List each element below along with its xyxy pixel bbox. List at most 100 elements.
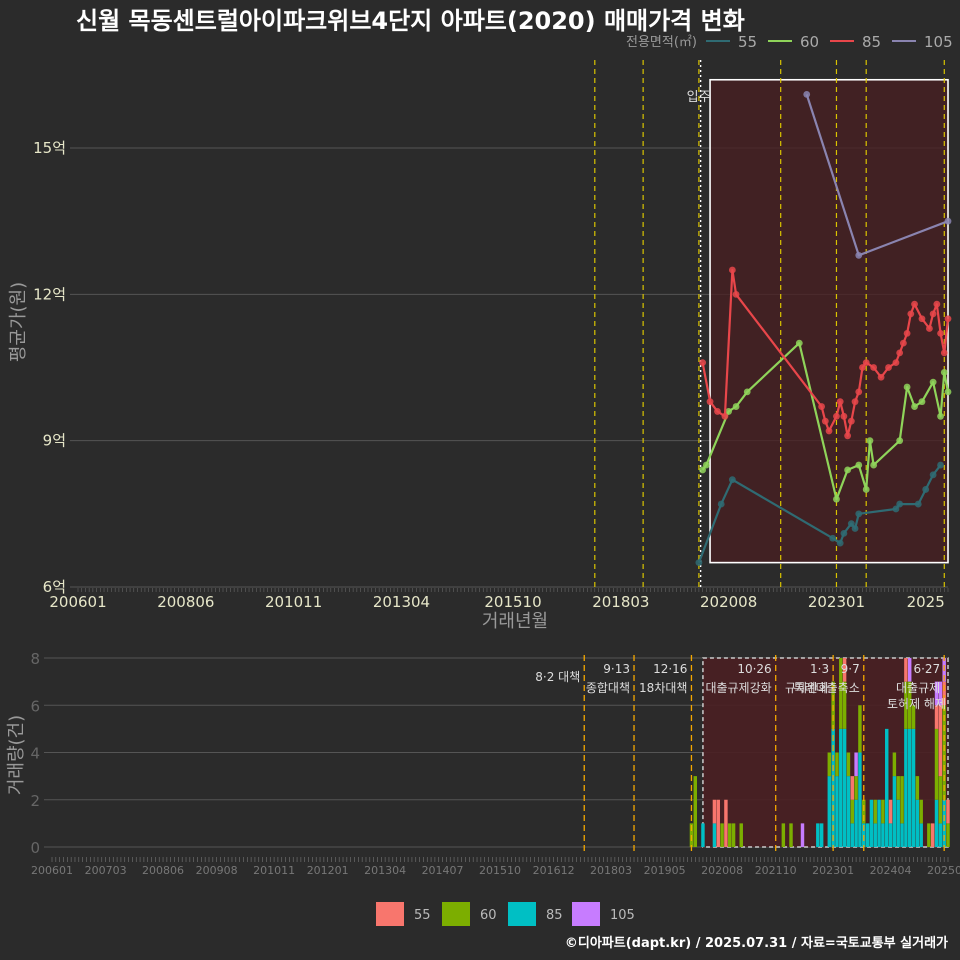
series-point-105-1 [855, 251, 863, 259]
bar-2023-12-s85 [873, 823, 877, 847]
series-point-55-10 [896, 500, 904, 508]
bar-2023-11-s85 [869, 799, 874, 847]
bar-2020-09-s55 [724, 799, 728, 847]
series-point-85-9 [833, 412, 840, 420]
policy-label-2-2: 18차대책 [639, 680, 687, 695]
series-point-55-11 [914, 500, 922, 508]
bar-2024-11-s60 [915, 776, 920, 800]
bar-2021-01-s60 [739, 823, 743, 847]
bar-2024-09-s105 [907, 658, 912, 682]
bottom-x-tick-10: 201803 [590, 864, 632, 877]
bar-2023-05-s85 [846, 776, 851, 847]
policy-label-4-1: 1·3 [810, 662, 829, 676]
series-point-60-9 [862, 486, 870, 493]
policy-label-1-1: 9·13 [603, 662, 630, 676]
bar-2025-07-s55 [946, 799, 950, 824]
bottom-x-tick-8: 201510 [479, 864, 521, 877]
policy-label-1-2: 종합대책 [586, 680, 630, 695]
series-point-85-4 [728, 266, 736, 274]
series-point-60-5 [795, 339, 803, 347]
bottom-y-axis-title: 거래량(건) [6, 715, 27, 795]
bottom-legend-label-60: 60 [480, 908, 497, 923]
top-x-tick-8: 2025 [907, 593, 945, 611]
bar-2023-06-s55 [850, 776, 854, 800]
bar-2023-07-s105 [854, 752, 858, 777]
series-point-85-13 [847, 417, 855, 425]
series-point-60-7 [844, 466, 852, 474]
series-point-55-3 [829, 534, 837, 542]
bar-2024-10-s85 [911, 728, 916, 847]
series-point-60-18 [940, 368, 948, 376]
series-point-85-23 [899, 339, 907, 347]
series-point-60-3 [732, 403, 740, 410]
bar-2024-02-s85 [881, 823, 885, 847]
bar-2022-02-s60 [789, 823, 793, 847]
series-point-85-17 [862, 359, 870, 367]
series-point-60-4 [743, 388, 751, 396]
top-y-tick-1: 9억 [43, 432, 66, 450]
bar-2023-02-s85 [835, 776, 839, 847]
series-point-85-14 [851, 398, 859, 406]
series-point-85-7 [821, 417, 829, 425]
series-point-85-27 [918, 315, 926, 323]
bar-2024-12-s85 [919, 823, 923, 847]
series-point-85-24 [903, 329, 911, 337]
bottom-y-tick-3: 6 [30, 697, 40, 715]
bar-2021-12-s60 [781, 823, 786, 847]
bar-2024-06-s60 [896, 776, 900, 800]
bar-2023-03-s85 [839, 728, 843, 847]
series-point-55-1 [717, 500, 725, 508]
bottom-x-tick-9: 201612 [533, 864, 575, 877]
move-in-annotation: 입주 [687, 90, 711, 105]
series-point-85-12 [844, 432, 852, 440]
policy-label-3-1: 10·26 [737, 662, 771, 676]
bar-2020-07-s55 [716, 799, 720, 847]
series-point-85-8 [825, 427, 833, 435]
top-x-tick-7: 202301 [808, 593, 865, 611]
legend-label-55: 55 [738, 33, 757, 51]
bar-2023-05-s60 [846, 752, 851, 777]
series-point-85-21 [892, 359, 900, 367]
bar-2020-06-s55 [712, 799, 717, 824]
series-point-85-0 [699, 359, 707, 367]
bottom-legend-key-60 [442, 902, 470, 926]
bottom-legend-label-85: 85 [546, 908, 563, 923]
legend-title: 전용면적(㎡) [626, 35, 697, 50]
bar-2025-05-s85 [938, 823, 943, 847]
bar-2023-04-s85 [842, 728, 847, 847]
series-point-60-14 [911, 403, 918, 410]
bar-2025-04-s85 [934, 799, 939, 847]
bottom-x-tick-2: 200806 [142, 864, 184, 877]
series-point-85-32 [940, 349, 948, 357]
series-point-60-8 [855, 461, 863, 469]
policy-label-6-1: 6·27 [913, 662, 940, 676]
series-point-55-13 [929, 471, 937, 479]
top-y-axis-title: 평균가(원) [8, 282, 29, 362]
bar-2022-12-s60 [827, 752, 832, 777]
bar-2022-10-s85 [819, 823, 824, 847]
chart-title: 신월 목동센트럴아이파크위브4단지 아파트(2020) 매매가격 변화 [76, 7, 745, 35]
bar-2024-12-s60 [919, 799, 923, 824]
series-point-85-31 [937, 329, 944, 337]
bar-2020-06-s85 [712, 823, 717, 847]
bar-2023-06-s85 [850, 823, 854, 847]
top-y-tick-2: 12억 [33, 285, 66, 303]
bar-2025-02-s60 [927, 823, 931, 847]
legend-label-105: 105 [924, 33, 953, 51]
bar-2024-11-s85 [915, 799, 920, 847]
series-point-55-14 [937, 461, 944, 469]
bar-2023-10-s85 [865, 823, 870, 847]
series-point-85-28 [926, 325, 933, 332]
top-x-tick-4: 201510 [484, 593, 541, 611]
bar-2020-01-s60 [693, 776, 698, 847]
policy-label-extra: 토허제 해제 [887, 697, 946, 711]
series-point-105-0 [803, 90, 811, 98]
bar-2022-12-s85 [827, 776, 832, 847]
bottom-y-tick-0: 0 [30, 839, 40, 857]
bar-2024-03-s85 [885, 728, 889, 847]
series-point-85-2 [714, 408, 721, 415]
series-point-105-2 [944, 217, 952, 225]
series-point-55-12 [922, 486, 930, 493]
bar-2020-03-s85 [701, 823, 705, 847]
series-point-85-15 [855, 388, 863, 396]
